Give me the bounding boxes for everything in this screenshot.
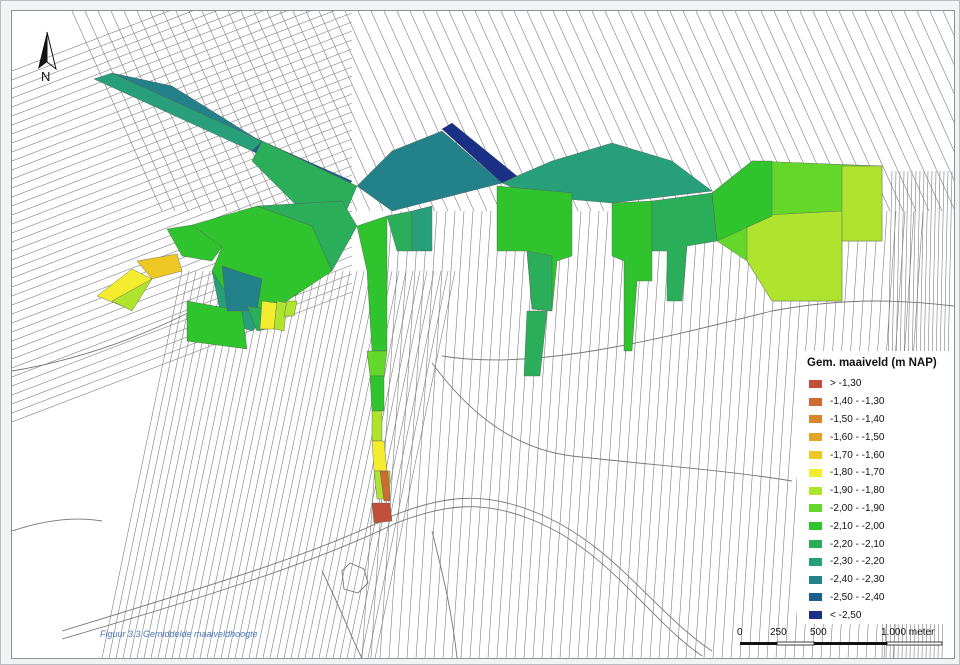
legend-item: > -1,30 <box>809 375 954 393</box>
elevation-parcel <box>93 72 263 152</box>
legend-label: -2,50 - -2,40 <box>830 591 885 603</box>
legend-label: -1,80 - -1,70 <box>830 467 885 479</box>
legend-swatch <box>809 415 822 424</box>
legend-label: > -1,30 <box>830 378 862 390</box>
elevation-parcel <box>841 165 883 242</box>
scale-segment <box>740 642 777 645</box>
legend-item: -2,50 - -2,40 <box>809 589 954 607</box>
elevation-parcel <box>651 192 718 302</box>
legend-item: -1,90 - -1,80 <box>809 482 954 500</box>
legend-swatch <box>809 397 822 406</box>
legend-swatch <box>809 468 822 477</box>
figure-caption: Figuur 3.3 Gemiddelde maaiveldhoogte <box>100 629 258 639</box>
legend-item: -2,10 - -2,00 <box>809 517 954 535</box>
legend-item: -1,60 - -1,50 <box>809 428 954 446</box>
legend-item: -1,40 - -1,30 <box>809 393 954 411</box>
scale-segment <box>886 641 943 646</box>
map-panel: N Figuur 3.3 Gemiddelde maaiveldhoogte G… <box>11 10 955 659</box>
scale-label-250: 250 <box>770 627 787 638</box>
legend-label: -2,20 - -2,10 <box>830 538 885 550</box>
legend-swatch <box>809 486 822 495</box>
legend-title: Gem. maaiveld (m NAP) <box>807 357 937 369</box>
figure-frame: N Figuur 3.3 Gemiddelde maaiveldhoogte G… <box>0 0 960 665</box>
north-label: N <box>41 69 51 84</box>
elevation-parcel <box>366 350 388 377</box>
legend-swatch <box>809 540 822 549</box>
legend-item: < -2,50 <box>809 606 954 624</box>
elevation-parcel <box>526 250 553 312</box>
legend-item: -2,20 - -2,10 <box>809 535 954 553</box>
legend: Gem. maaiveld (m NAP) > -1,30 -1,40 - -1,… <box>797 351 954 625</box>
legend-label: -2,30 - -2,20 <box>830 556 885 568</box>
scale-label-500: 500 <box>810 627 827 638</box>
elevation-zones <box>93 72 883 524</box>
legend-label: -1,40 - -1,30 <box>830 396 885 408</box>
legend-swatch <box>809 575 822 584</box>
legend-list: > -1,30 -1,40 - -1,30 -1,50 - -1,40 -1,60 -… <box>797 375 954 624</box>
legend-label: -2,00 - -1,90 <box>830 502 885 514</box>
elevation-parcel <box>411 205 433 252</box>
legend-swatch <box>809 451 822 460</box>
legend-item: -2,30 - -2,20 <box>809 553 954 571</box>
elevation-parcel <box>371 440 388 472</box>
elevation-parcel <box>371 410 383 442</box>
scale-label-1000: 1.000 meter <box>881 627 935 638</box>
scale-segment <box>814 642 887 645</box>
legend-swatch <box>809 504 822 513</box>
legend-swatch <box>809 611 822 620</box>
elevation-parcel <box>371 502 393 524</box>
legend-label: -2,40 - -2,30 <box>830 574 885 586</box>
legend-item: -1,80 - -1,70 <box>809 464 954 482</box>
legend-item: -2,00 - -1,90 <box>809 500 954 518</box>
legend-label: -1,50 - -1,40 <box>830 413 885 425</box>
elevation-parcel <box>746 210 843 302</box>
legend-label: < -2,50 <box>830 609 862 621</box>
legend-item: -1,70 - -1,60 <box>809 446 954 464</box>
legend-swatch <box>809 379 822 388</box>
legend-item: -2,40 - -2,30 <box>809 571 954 589</box>
scale-segment <box>776 641 815 646</box>
legend-swatch <box>809 557 822 566</box>
legend-swatch <box>809 522 822 531</box>
legend-swatch <box>809 433 822 442</box>
scale-bar: 0 250 500 1.000 meter <box>734 627 949 653</box>
legend-item: -1,50 - -1,40 <box>809 411 954 429</box>
scale-label-0: 0 <box>737 627 743 638</box>
legend-swatch <box>809 593 822 602</box>
elevation-parcel <box>356 130 503 212</box>
legend-label: -1,60 - -1,50 <box>830 431 885 443</box>
legend-label: -2,10 - -2,00 <box>830 520 885 532</box>
elevation-parcel <box>369 375 385 412</box>
legend-label: -1,70 - -1,60 <box>830 449 885 461</box>
legend-label: -1,90 - -1,80 <box>830 485 885 497</box>
